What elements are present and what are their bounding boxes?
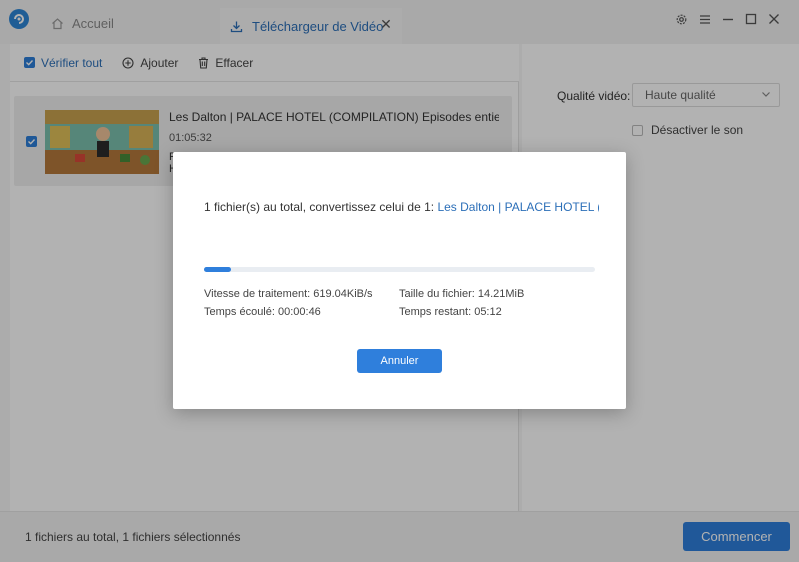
progress-bar xyxy=(204,267,595,272)
dialog-message-prefix: 1 fichier(s) au total, convertissez celu… xyxy=(204,200,435,214)
dialog-file-link[interactable]: Les Dalton | PALACE HOTEL (CO... xyxy=(437,200,599,214)
cancel-button[interactable]: Annuler xyxy=(357,349,442,373)
elapsed-time: Temps écoulé: 00:00:46 xyxy=(204,306,321,318)
processing-speed: Vitesse de traitement: 619.04KiB/s xyxy=(204,288,373,300)
dialog-message: 1 fichier(s) au total, convertissez celu… xyxy=(204,200,599,214)
modal-overlay: 1 fichier(s) au total, convertissez celu… xyxy=(0,0,799,562)
progress-fill xyxy=(204,267,232,272)
file-size: Taille du fichier: 14.21MiB xyxy=(399,288,525,300)
remaining-time: Temps restant: 05:12 xyxy=(399,306,502,318)
conversion-progress-dialog: 1 fichier(s) au total, convertissez celu… xyxy=(173,152,626,409)
